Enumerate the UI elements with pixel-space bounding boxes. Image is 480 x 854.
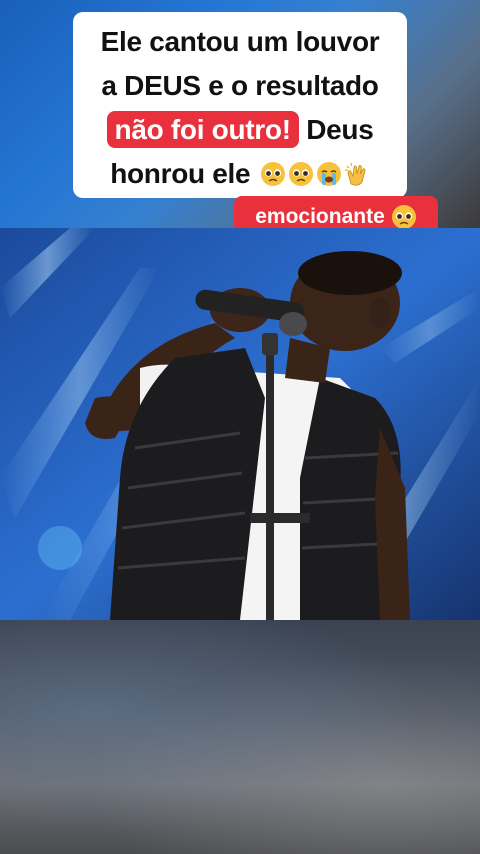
pleading-face-icon — [288, 162, 313, 186]
caption-line-2: a DEUS e o resultado — [101, 70, 379, 101]
video-frame[interactable] — [0, 228, 480, 620]
clapping-hands-icon — [344, 162, 366, 186]
pleading-face-icon — [260, 162, 285, 186]
crying-face-icon — [316, 162, 341, 186]
caption-line-1: Ele cantou um louvor — [100, 26, 380, 57]
singer-performance-image — [0, 228, 480, 620]
caption-line-4: honrou ele — [73, 158, 407, 190]
caption-line-4-text: honrou ele — [110, 158, 251, 189]
caption-line-3-rest: Deus — [306, 114, 374, 145]
caption-line-3: não foi outro! Deus — [73, 111, 407, 148]
blurred-background-bottom — [0, 620, 480, 854]
caption-highlight: não foi outro! — [106, 111, 299, 148]
pleading-face-icon — [391, 205, 416, 229]
tag-label: emocionante — [255, 205, 385, 228]
